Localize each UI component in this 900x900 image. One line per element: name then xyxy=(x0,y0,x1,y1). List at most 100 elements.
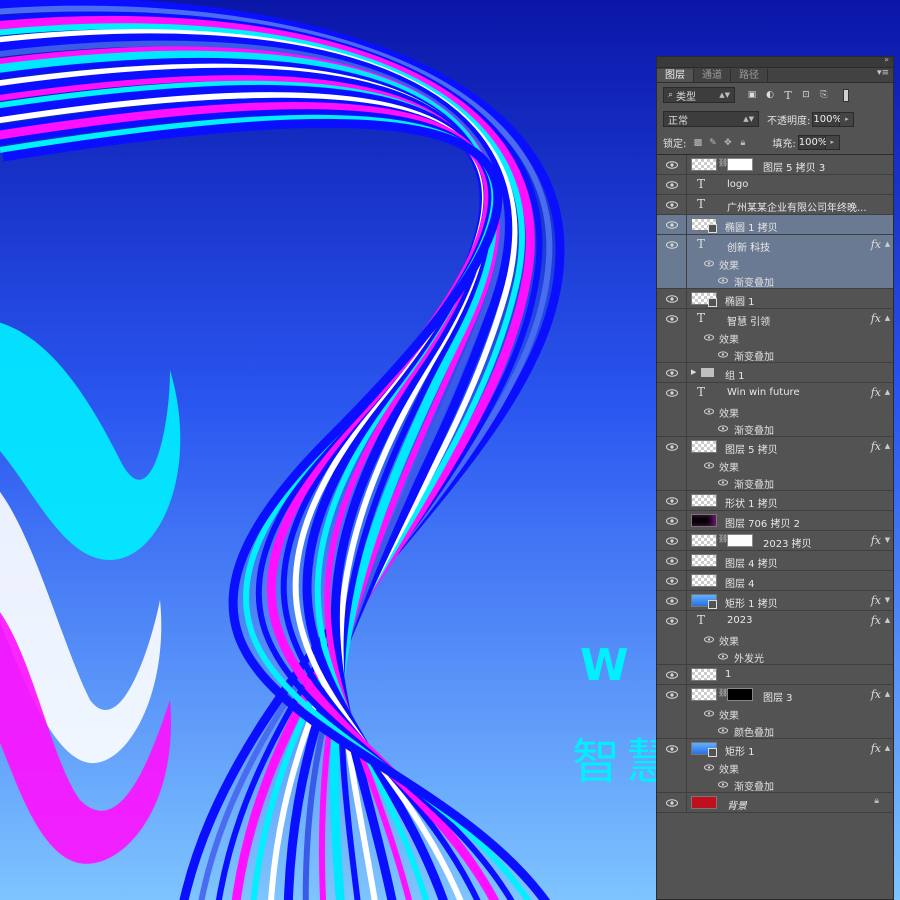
expand-effects-arrow-icon[interactable]: ▼ xyxy=(883,536,892,544)
effect-visibility-icon[interactable] xyxy=(703,709,715,718)
layer-row[interactable]: 椭圆 1 拷贝 xyxy=(657,215,893,235)
visibility-eye-icon[interactable] xyxy=(665,314,679,324)
visibility-eye-icon[interactable] xyxy=(665,690,679,700)
layer-row[interactable]: Tlogo xyxy=(657,175,893,195)
layer-row[interactable]: T 广州某某企业有限公司年终晚... xyxy=(657,195,893,215)
visibility-eye-icon[interactable] xyxy=(665,294,679,304)
layer-row[interactable]: 矩形 1 拷贝 fx ▼ xyxy=(657,591,893,611)
effects-fx-icon[interactable]: fx xyxy=(871,440,881,453)
effect-visibility-icon[interactable] xyxy=(703,461,715,470)
effects-fx-icon[interactable]: fx xyxy=(871,688,881,701)
panel-title-bar[interactable]: » xyxy=(657,57,893,68)
visibility-eye-icon[interactable] xyxy=(665,616,679,626)
effects-fx-icon[interactable]: fx xyxy=(871,312,881,325)
filter-adjustment-icon[interactable]: ◐ xyxy=(763,88,777,102)
tab-paths[interactable]: 路径 xyxy=(731,69,768,82)
layer-row[interactable]: 图层 4 xyxy=(657,571,893,591)
layer-row[interactable]: 图层 706 拷贝 2 xyxy=(657,511,893,531)
effect-visibility-icon[interactable] xyxy=(703,635,715,644)
expand-effects-arrow-icon[interactable]: ▲ xyxy=(883,240,892,248)
filter-pixel-icon[interactable]: ▣ xyxy=(745,88,759,102)
layer-row[interactable]: 矩形 1 fx ▲ 效果 渐变叠加 xyxy=(657,739,893,793)
lock-position-icon[interactable]: ✥ xyxy=(722,137,733,148)
layer-row[interactable]: ⛓ 图层 5 拷贝 3 xyxy=(657,155,893,175)
effects-fx-icon[interactable]: fx xyxy=(871,594,881,607)
visibility-eye-icon[interactable] xyxy=(665,670,679,680)
filter-smart-object-icon[interactable]: ⎘ xyxy=(817,88,831,102)
visibility-eye-icon[interactable] xyxy=(665,496,679,506)
effects-fx-icon[interactable]: fx xyxy=(871,534,881,547)
filter-shape-icon[interactable]: ⊡ xyxy=(799,88,813,102)
layer-row[interactable]: ⛓ 2023 拷贝 fx ▼ xyxy=(657,531,893,551)
filter-type-icon[interactable]: T xyxy=(781,88,795,102)
layer-row[interactable]: T 智慧 引领 fx ▲ 效果 渐变叠加 xyxy=(657,309,893,363)
visibility-eye-icon[interactable] xyxy=(665,442,679,452)
layer-row[interactable]: 背景 🔒︎ xyxy=(657,793,893,813)
visibility-eye-icon[interactable] xyxy=(665,180,679,190)
lock-transparent-icon[interactable]: ▩ xyxy=(692,137,703,148)
layer-row[interactable]: 图层 5 拷贝 fx ▲ 效果 渐变叠加 xyxy=(657,437,893,491)
visibility-eye-icon[interactable] xyxy=(665,240,679,250)
effect-visibility-icon[interactable] xyxy=(703,259,715,268)
layer-row[interactable]: ⛓ 图层 3 fx ▲ 效果 颜色叠加 xyxy=(657,685,893,739)
opacity-input[interactable]: 100% xyxy=(812,111,842,127)
effect-visibility-icon[interactable] xyxy=(703,333,715,342)
opacity-dropdown-button[interactable]: ▸ xyxy=(840,111,855,127)
fill-dropdown-button[interactable]: ▸ xyxy=(825,135,840,150)
visibility-eye-icon[interactable] xyxy=(665,160,679,170)
lock-image-icon[interactable]: ✎ xyxy=(707,137,718,148)
filter-kind-select[interactable]: ⌕ 类型 ▲▼ xyxy=(663,87,735,103)
visibility-eye-icon[interactable] xyxy=(665,596,679,606)
blend-mode-select[interactable]: 正常 ▲▼ xyxy=(663,111,759,127)
expand-triangle-icon[interactable]: ▶ xyxy=(691,368,696,376)
link-chain-icon[interactable]: ⛓ xyxy=(718,534,728,543)
layer-row[interactable]: T 2023 fx ▲ 效果 外发光 xyxy=(657,611,893,665)
visibility-eye-icon[interactable] xyxy=(665,516,679,526)
expand-effects-arrow-icon[interactable]: ▲ xyxy=(883,744,892,752)
effect-visibility-icon[interactable] xyxy=(703,763,715,772)
effects-fx-icon[interactable]: fx xyxy=(871,386,881,399)
expand-effects-arrow-icon[interactable]: ▲ xyxy=(883,690,892,698)
filter-toggle-icon[interactable] xyxy=(839,88,853,102)
expand-effects-arrow-icon[interactable]: ▲ xyxy=(883,616,892,624)
effect-visibility-icon[interactable] xyxy=(717,726,729,735)
visibility-eye-icon[interactable] xyxy=(665,220,679,230)
layer-row[interactable]: 图层 4 拷贝 xyxy=(657,551,893,571)
visibility-eye-icon[interactable] xyxy=(665,200,679,210)
tab-channels[interactable]: 通道 xyxy=(694,69,731,82)
visibility-eye-icon[interactable] xyxy=(665,388,679,398)
expand-effects-arrow-icon[interactable]: ▲ xyxy=(883,314,892,322)
layer-row[interactable]: T Win win future fx ▲ 效果 渐变叠加 xyxy=(657,383,893,437)
effects-fx-icon[interactable]: fx xyxy=(871,742,881,755)
visibility-eye-icon[interactable] xyxy=(665,556,679,566)
expand-effects-arrow-icon[interactable]: ▲ xyxy=(883,388,892,396)
effect-visibility-icon[interactable] xyxy=(717,276,729,285)
effect-visibility-icon[interactable] xyxy=(717,780,729,789)
visibility-eye-icon[interactable] xyxy=(665,368,679,378)
effects-fx-icon[interactable]: fx xyxy=(871,238,881,251)
effect-visibility-icon[interactable] xyxy=(717,424,729,433)
panel-menu-icon[interactable]: ▾≡ xyxy=(877,68,889,78)
link-chain-icon[interactable]: ⛓ xyxy=(718,688,728,697)
layer-row[interactable]: 1 xyxy=(657,665,893,685)
layer-mask-thumbnail[interactable] xyxy=(727,534,753,547)
collapse-icon[interactable]: » xyxy=(884,57,889,64)
effect-visibility-icon[interactable] xyxy=(717,478,729,487)
layer-row[interactable]: ▶ 组 1 xyxy=(657,363,893,383)
expand-effects-arrow-icon[interactable]: ▲ xyxy=(883,442,892,450)
effect-visibility-icon[interactable] xyxy=(717,652,729,661)
tab-layers[interactable]: 图层 xyxy=(657,69,694,82)
layer-mask-thumbnail[interactable] xyxy=(727,688,753,701)
link-chain-icon[interactable]: ⛓ xyxy=(718,158,728,167)
layer-row[interactable]: 形状 1 拷贝 xyxy=(657,491,893,511)
layer-mask-thumbnail[interactable] xyxy=(727,158,753,171)
layer-row[interactable]: T 创新 科技 fx ▲ 效果 渐变叠加 xyxy=(657,235,893,289)
effects-fx-icon[interactable]: fx xyxy=(871,614,881,627)
visibility-eye-icon[interactable] xyxy=(665,744,679,754)
lock-all-icon[interactable]: 🔒︎ xyxy=(737,137,748,148)
effect-visibility-icon[interactable] xyxy=(703,407,715,416)
expand-effects-arrow-icon[interactable]: ▼ xyxy=(883,596,892,604)
visibility-eye-icon[interactable] xyxy=(665,536,679,546)
layer-row[interactable]: 椭圆 1 xyxy=(657,289,893,309)
visibility-eye-icon[interactable] xyxy=(665,798,679,808)
